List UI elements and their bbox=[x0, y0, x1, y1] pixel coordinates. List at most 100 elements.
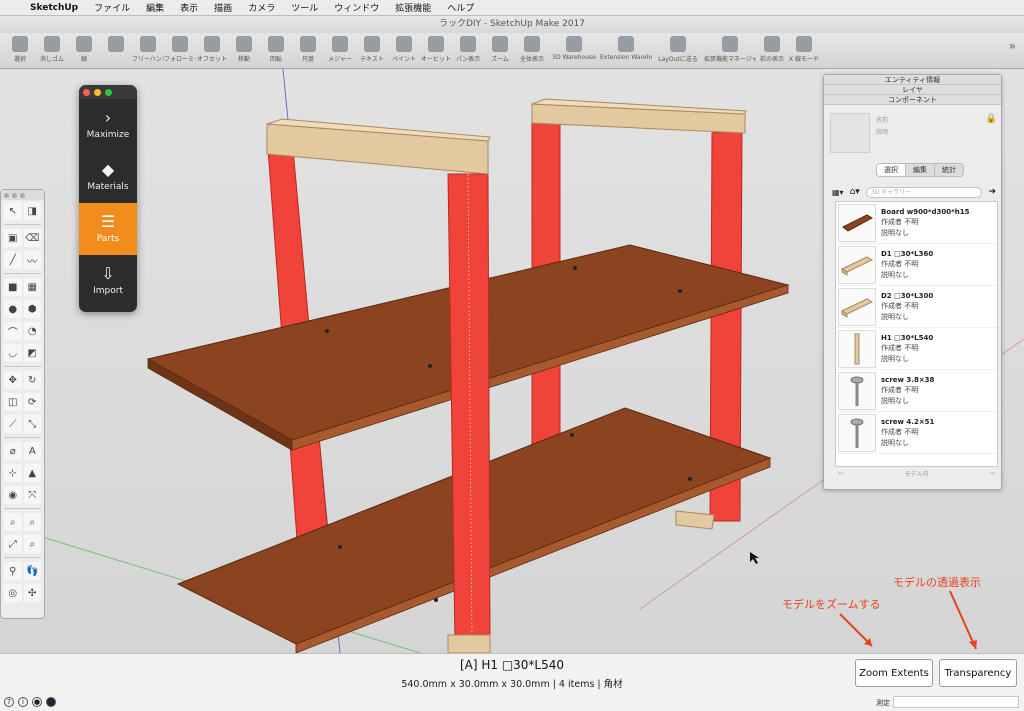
component-author: 作成者 不明 bbox=[881, 217, 919, 226]
view-options-icon[interactable]: ▦▾ bbox=[832, 188, 844, 197]
tab-statistics[interactable]: 統計 bbox=[935, 164, 963, 176]
toolbar-offset-button[interactable]: オフセット bbox=[196, 33, 228, 69]
palette-tool-icon[interactable]: ⌕ bbox=[23, 535, 41, 553]
component-item[interactable]: Board w900*d300*h15 作成者 不明 説明なし bbox=[836, 202, 997, 244]
menu-tools[interactable]: ツール bbox=[283, 1, 326, 14]
menu-window[interactable]: ウィンドウ bbox=[326, 1, 387, 14]
palette-tool-icon[interactable]: ⌒ bbox=[4, 322, 22, 340]
palette-tool-icon[interactable]: 👣 bbox=[23, 562, 41, 580]
menu-edit[interactable]: 編集 bbox=[138, 1, 172, 14]
toolbar-rotate-button[interactable]: 回転 bbox=[260, 33, 292, 69]
palette-tool-icon[interactable]: ■ bbox=[4, 278, 22, 296]
toolbar-previous-view-button[interactable]: 前の表示 bbox=[756, 33, 788, 69]
toolbar-rectangle-button[interactable] bbox=[100, 33, 132, 69]
menu-help[interactable]: ヘルプ bbox=[439, 1, 482, 14]
lock-icon[interactable]: 🔒 bbox=[986, 114, 997, 124]
palette-tool-icon[interactable]: ◡ bbox=[4, 344, 22, 362]
palette-tool-icon[interactable]: ⌫ bbox=[23, 229, 41, 247]
palette-tool-icon[interactable]: ◫ bbox=[4, 393, 22, 411]
palette-tool-icon[interactable]: ⊹ bbox=[4, 464, 22, 482]
tray-header-layers[interactable]: レイヤ bbox=[824, 85, 1001, 95]
measurements-label: 測定 bbox=[876, 699, 890, 707]
component-item[interactable]: screw 4.2×51 作成者 不明 説明なし bbox=[836, 412, 997, 454]
palette-tool-icon[interactable]: ⌕ bbox=[23, 513, 41, 531]
component-desc: 説明なし bbox=[881, 228, 909, 237]
palette-tool-icon[interactable]: ⌕ bbox=[4, 513, 22, 531]
toolbar-extension-manager-button[interactable]: 拡張機能マネージャー bbox=[704, 33, 756, 69]
tray-header-entity-info[interactable]: エンティティ情報 bbox=[824, 75, 1001, 85]
palette-tool-icon[interactable]: ◉ bbox=[4, 486, 22, 504]
instructor-icon[interactable]: · bbox=[46, 697, 56, 707]
toolbar-follow-me-button[interactable]: フォローミー bbox=[164, 33, 196, 69]
toolbar-tape-measure-button[interactable]: メジャー bbox=[324, 33, 356, 69]
menu-file[interactable]: ファイル bbox=[86, 1, 138, 14]
toolbar-pencil-button[interactable]: 線 bbox=[68, 33, 100, 69]
palette-tool-icon[interactable]: ↖ bbox=[4, 202, 22, 220]
tray-header-components[interactable]: コンポーネント bbox=[824, 95, 1001, 105]
menu-camera[interactable]: カメラ bbox=[240, 1, 283, 14]
user-icon[interactable]: ● bbox=[32, 697, 42, 707]
toolbar-overflow-icon[interactable]: » bbox=[1009, 39, 1016, 53]
search-go-icon[interactable]: ➜ bbox=[988, 187, 996, 197]
palette-tool-icon[interactable]: ⟋ bbox=[4, 415, 22, 433]
palette-tool-icon[interactable]: ▦ bbox=[23, 278, 41, 296]
tab-select[interactable]: 選択 bbox=[877, 164, 906, 176]
zoom-extents-button[interactable]: Zoom Extents bbox=[855, 659, 933, 687]
toolbar-zoom-extents-button[interactable]: 全体表示 bbox=[516, 33, 548, 69]
toolbar-freehand-button[interactable]: フリーハンド bbox=[132, 33, 164, 69]
menu-draw[interactable]: 描画 bbox=[206, 1, 240, 14]
toolbar-xray-button[interactable]: X 線モード bbox=[788, 33, 820, 69]
tool-palette-header[interactable] bbox=[1, 190, 44, 200]
toolbar-pan-button[interactable]: パン表示 bbox=[452, 33, 484, 69]
palette-tool-icon[interactable]: ⤧ bbox=[23, 486, 41, 504]
palette-tool-icon[interactable]: ◎ bbox=[4, 584, 22, 602]
toolbar-eraser-button[interactable]: 消しゴム bbox=[36, 33, 68, 69]
palette-tool-icon[interactable]: ⌀ bbox=[4, 442, 22, 460]
component-desc-field[interactable]: 説明 bbox=[876, 127, 888, 136]
palette-tool-icon[interactable]: ╱ bbox=[4, 251, 22, 269]
component-item[interactable]: screw 3.8×38 作成者 不明 説明なし bbox=[836, 370, 997, 412]
palette-tool-icon[interactable]: ⬢ bbox=[23, 300, 41, 318]
toolbar-orbit-button[interactable]: オービット bbox=[420, 33, 452, 69]
component-search-input[interactable]: 3D ギャラリー bbox=[865, 186, 983, 198]
home-icon[interactable]: ⌂▾ bbox=[850, 187, 860, 197]
toolbar-warehouse-button[interactable]: 3D Warehouse bbox=[548, 33, 600, 69]
palette-tool-icon[interactable]: ◔ bbox=[23, 322, 41, 340]
palette-tool-icon[interactable]: ◩ bbox=[23, 344, 41, 362]
transparency-button[interactable]: Transparency bbox=[939, 659, 1017, 687]
geo-location-icon[interactable]: ? bbox=[4, 697, 14, 707]
toolbar-select-arrow-button[interactable]: 選択 bbox=[4, 33, 36, 69]
palette-tool-icon[interactable]: ↻ bbox=[23, 371, 41, 389]
palette-tool-icon[interactable]: ✣ bbox=[23, 584, 41, 602]
info-icon[interactable]: i bbox=[18, 697, 28, 707]
palette-tool-icon[interactable]: ⤢ bbox=[4, 535, 22, 553]
toolbar-zoom-button[interactable]: ズーム bbox=[484, 33, 516, 69]
palette-tool-icon[interactable]: 〰 bbox=[23, 251, 41, 269]
toolbar-layout-button[interactable]: LayOutに送る bbox=[652, 33, 704, 69]
palette-tool-icon[interactable]: A bbox=[23, 442, 41, 460]
forward-icon[interactable]: ⇨ bbox=[990, 470, 995, 477]
toolbar-paint-bucket-button[interactable]: ペイント bbox=[388, 33, 420, 69]
toolbar-text-button[interactable]: テキスト bbox=[356, 33, 388, 69]
palette-tool-icon[interactable]: ⚲ bbox=[4, 562, 22, 580]
palette-tool-icon[interactable]: ● bbox=[4, 300, 22, 318]
back-icon[interactable]: ⇦ bbox=[838, 470, 843, 477]
palette-tool-icon[interactable]: ⟳ bbox=[23, 393, 41, 411]
component-item[interactable]: H1 □30*L540 作成者 不明 説明なし bbox=[836, 328, 997, 370]
menu-view[interactable]: 表示 bbox=[172, 1, 206, 14]
tab-edit[interactable]: 編集 bbox=[906, 164, 935, 176]
toolbar-extension-warehouse-button[interactable]: Extension Warehouse bbox=[600, 33, 652, 69]
menu-extensions[interactable]: 拡張機能 bbox=[387, 1, 439, 14]
menu-app[interactable]: SketchUp bbox=[22, 3, 86, 13]
component-item[interactable]: D1 □30*L360 作成者 不明 説明なし bbox=[836, 244, 997, 286]
palette-tool-icon[interactable]: ▲ bbox=[23, 464, 41, 482]
palette-tool-icon[interactable]: ▣ bbox=[4, 229, 22, 247]
toolbar-move-button[interactable]: 移動 bbox=[228, 33, 260, 69]
palette-tool-icon[interactable]: ✥ bbox=[4, 371, 22, 389]
component-item[interactable]: D2 □30*L300 作成者 不明 説明なし bbox=[836, 286, 997, 328]
toolbar-scale-button[interactable]: 尺度 bbox=[292, 33, 324, 69]
palette-tool-icon[interactable]: ◨ bbox=[23, 202, 41, 220]
palette-tool-icon[interactable]: ⤡ bbox=[23, 415, 41, 433]
measurements-input[interactable] bbox=[893, 696, 1019, 708]
component-name-field[interactable]: 名前 bbox=[876, 115, 888, 124]
